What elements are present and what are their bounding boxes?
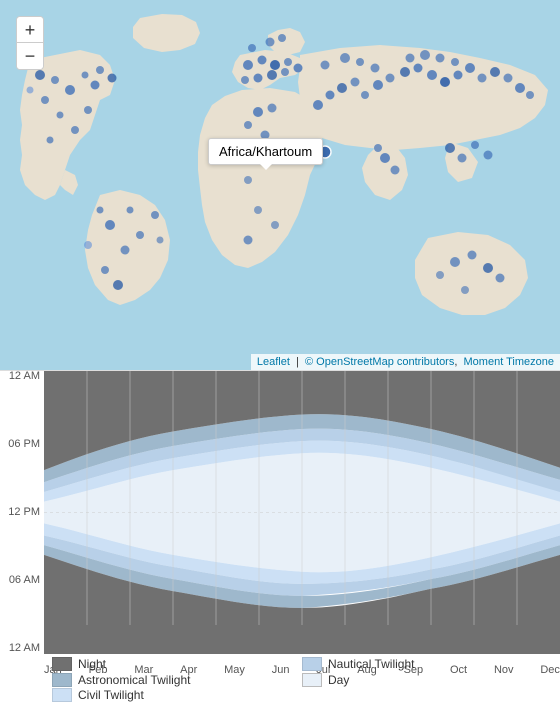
night-swatch [52,657,72,671]
y-label-6am: 06 AM [0,575,44,586]
attribution-leaflet[interactable]: Leaflet [257,356,290,368]
map-attribution: Leaflet | © OpenStreetMap contributors, … [251,354,560,370]
y-axis: 12 AM 06 PM 12 PM 06 AM 12 AM [0,371,44,654]
night-label: Night [78,657,106,671]
zoom-in-button[interactable]: + [17,17,43,43]
legend-item-night: Night [52,657,302,671]
zoom-controls: + − [16,16,44,70]
astronomical-swatch [52,673,72,687]
attribution-osm[interactable]: © OpenStreetMap contributors [305,356,454,368]
astronomical-label: Astronomical Twilight [78,673,191,687]
twilight-chart [44,371,560,654]
legend-item-nautical: Nautical Twilight [302,657,552,671]
nautical-label: Nautical Twilight [328,657,414,671]
attribution-moment[interactable]: Moment Timezone [464,356,554,368]
legend-item-civil: Civil Twilight [52,688,302,702]
day-label: Day [328,673,349,687]
world-map [0,0,560,370]
nautical-swatch [302,657,322,671]
chart-area [44,371,560,654]
y-label-12pm: 12 PM [0,507,44,518]
day-swatch [302,673,322,687]
legend-item-day: Day [302,673,552,687]
y-label-12am-bottom: 12 AM [0,643,44,654]
civil-swatch [52,688,72,702]
tooltip-text: Africa/Khartoum [219,144,312,159]
legend-item-astronomical: Astronomical Twilight [52,673,302,687]
map-tooltip: Africa/Khartoum [208,138,323,165]
chart-legend: Night Nautical Twilight Astronomical Twi… [44,654,560,704]
civil-label: Civil Twilight [78,688,144,702]
map-container[interactable]: + − Africa/Khartoum Leaflet | © OpenStre… [0,0,560,370]
chart-section: 12 AM 06 PM 12 PM 06 AM 12 AM [0,370,560,704]
y-label-6pm: 06 PM [0,439,44,450]
y-label-12am-top: 12 AM [0,371,44,382]
zoom-out-button[interactable]: − [17,43,43,69]
